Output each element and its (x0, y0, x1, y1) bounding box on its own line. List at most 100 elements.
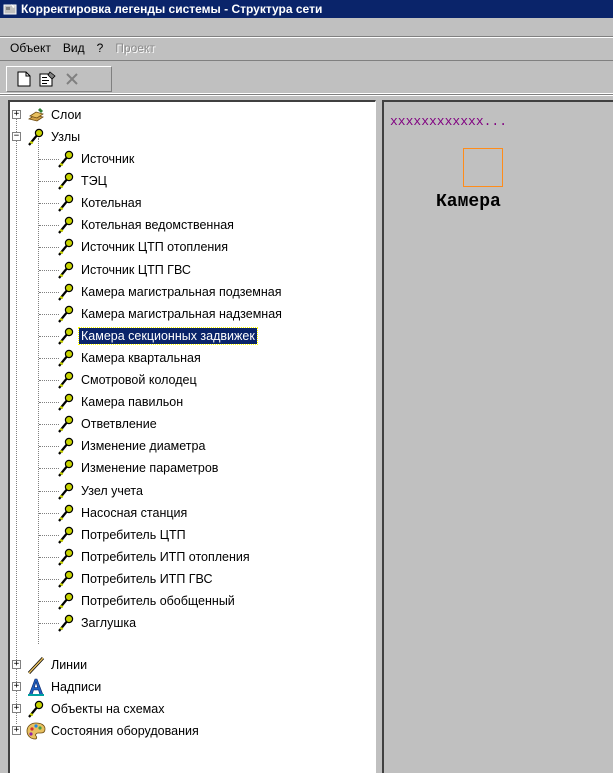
node-icon (56, 370, 76, 390)
title-bar[interactable]: Корректировка легенды системы - Структур… (0, 0, 613, 18)
node-icon (56, 547, 76, 567)
palette-icon (26, 721, 46, 741)
tree-item-node-type[interactable]: Камера магистральная надземная (56, 303, 284, 325)
node-icon (56, 149, 76, 169)
tree-item-node-type[interactable]: ТЭЦ (56, 170, 109, 192)
expand-icon[interactable]: + (12, 660, 21, 669)
tree-item-node-type[interactable]: Изменение параметров (56, 457, 220, 479)
expand-icon[interactable]: + (12, 682, 21, 691)
line-icon (26, 655, 46, 675)
tree-item-label: Камера секционных задвижек (78, 326, 258, 345)
node-icon (56, 436, 76, 456)
tree-item-node-type[interactable]: Котельная ведомственная (56, 214, 236, 236)
tree-item-label: Потребитель ЦТП (81, 527, 186, 542)
node-icon (26, 127, 46, 147)
expand-icon[interactable]: + (12, 726, 21, 735)
tree-item-node-type[interactable]: Источник ЦТП ГВС (56, 259, 193, 281)
tree-item-label: Состояния оборудования (51, 724, 199, 738)
tree-item-node-type[interactable]: Смотровой колодец (56, 369, 199, 391)
tree-item-lines[interactable]: + Линии (12, 654, 89, 676)
tree-item-label: Слои (51, 108, 82, 122)
tree-item-node-type[interactable]: Ответвление (56, 413, 159, 435)
delete-icon[interactable] (61, 69, 83, 89)
tree-item-label: Источник (81, 152, 135, 166)
tree-item-node-type[interactable]: Потребитель ИТП ГВС (56, 568, 215, 590)
tree-item-equipment-states[interactable]: + Состояния оборудования (12, 720, 201, 742)
tree-item-label: Камера магистральная подземная (81, 284, 282, 299)
tree-item-scheme-objects[interactable]: + Объекты на схемах (12, 698, 166, 720)
tree-item-label: Камера магистральная надземная (81, 306, 282, 321)
tree-item-node-type[interactable]: Изменение диаметра (56, 435, 207, 457)
node-icon (56, 237, 76, 257)
tree-item-label: Источник ЦТП отопления (81, 240, 229, 255)
menu-view[interactable]: Вид (57, 41, 91, 55)
tree-item-label: Потребитель ИТП отопления (81, 549, 250, 564)
tree-item-label: Изменение параметров (81, 461, 219, 476)
tree-item-node-type[interactable]: Узел учета (56, 480, 145, 502)
tree-item-captions[interactable]: + Надписи (12, 676, 103, 698)
tree-item-label: Надписи (51, 680, 102, 694)
tree-item-node-type[interactable]: Потребитель ЦТП (56, 524, 188, 546)
tree-item-label: Ответвление (81, 417, 157, 432)
node-icon (26, 699, 46, 719)
tree-item-node-type[interactable]: Источник ЦТП отопления (56, 236, 230, 258)
tree-item-label: ТЭЦ (81, 174, 107, 189)
tree-item-node-type[interactable]: Потребитель обобщенный (56, 590, 237, 612)
legend-preview: xxxxxxxxxxxx... Камера (382, 100, 613, 773)
tree-item-label: Объекты на схемах (51, 702, 165, 716)
tree-item-node-type[interactable]: Камера павильон (56, 391, 185, 413)
new-document-icon[interactable] (13, 69, 35, 89)
node-icon (56, 481, 76, 501)
node-icon (56, 569, 76, 589)
preview-symbol (463, 148, 503, 187)
node-icon (56, 392, 76, 412)
node-icon (56, 414, 76, 434)
properties-icon[interactable] (37, 69, 59, 89)
node-icon (56, 525, 76, 545)
tree-item-node-type[interactable]: Котельная (56, 192, 144, 214)
menu-bar: Объект Вид ? Проект (0, 36, 613, 58)
tree-item-label: Узел учета (81, 483, 143, 498)
tree-item-label: Источник ЦТП ГВС (81, 262, 191, 277)
preview-label: Камера (436, 192, 501, 212)
text-label-icon (26, 677, 46, 697)
node-icon (56, 348, 76, 368)
node-icon (56, 326, 76, 346)
menu-project[interactable]: Проект (109, 41, 161, 55)
tree-item-node-type[interactable]: Потребитель ИТП отопления (56, 546, 252, 568)
tree-item-label: Камера квартальная (81, 350, 201, 365)
menu-object[interactable]: Объект (4, 41, 57, 55)
node-icon (56, 193, 76, 213)
node-icon (56, 503, 76, 523)
menu-help[interactable]: ? (91, 41, 110, 55)
tree-item-label: Камера павильон (81, 395, 184, 410)
tree-item-label: Изменение диаметра (81, 439, 206, 454)
tree-item-nodes[interactable]: − Узлы (12, 126, 82, 148)
tree-item-label: Узлы (51, 130, 81, 144)
tree-item-label: Потребитель ИТП ГВС (81, 571, 213, 586)
tree-item-layers[interactable]: + Слои (12, 104, 83, 126)
tree-item-node-type[interactable]: Источник (56, 148, 136, 170)
tree-item-node-type[interactable]: Заглушка (56, 612, 138, 634)
tree-item-label: Потребитель обобщенный (81, 594, 235, 608)
tree-item-label: Котельная ведомственная (81, 218, 234, 233)
legend-tree[interactable]: + Слои − Узлы Источник ТЭЦ Котельная Кот… (8, 100, 376, 773)
app-icon (3, 2, 17, 16)
node-icon (56, 171, 76, 191)
node-icon (56, 304, 76, 324)
tree-item-node-type[interactable]: Камера секционных задвижек (56, 325, 258, 347)
tree-item-label: Котельная (81, 196, 142, 211)
tree-item-node-type[interactable]: Камера магистральная подземная (56, 281, 284, 303)
expand-icon[interactable]: + (12, 110, 21, 119)
expand-icon[interactable]: + (12, 704, 21, 713)
tree-item-node-type[interactable]: Насосная станция (56, 502, 189, 524)
tree-item-label: Линии (51, 658, 88, 672)
node-icon (56, 458, 76, 478)
main-window: Корректировка легенды системы - Структур… (0, 0, 613, 773)
window-title: Корректировка легенды системы - Структур… (21, 2, 323, 16)
tree-item-label: Насосная станция (81, 505, 188, 520)
collapse-icon[interactable]: − (12, 132, 21, 141)
tree-item-label: Заглушка (81, 616, 137, 631)
tree-item-label: Смотровой колодец (81, 373, 197, 387)
tree-item-node-type[interactable]: Камера квартальная (56, 347, 203, 369)
